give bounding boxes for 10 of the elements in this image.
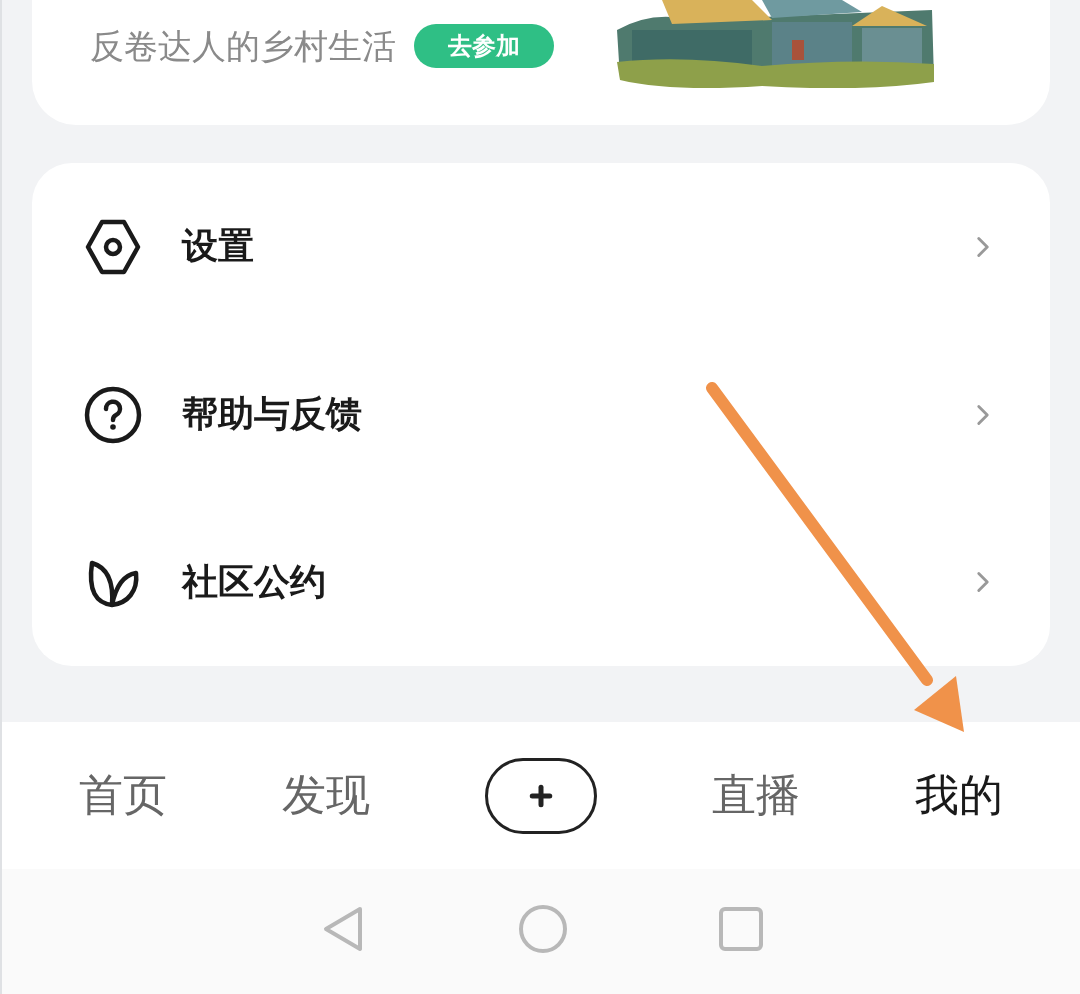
tab[interactable]: 首页	[79, 766, 168, 825]
tab[interactable]: 直播	[711, 766, 800, 825]
menu-item[interactable]: 设置	[182, 222, 928, 272]
promo-subtitle: 反卷达人的乡村生活	[90, 25, 396, 68]
recents-icon[interactable]	[718, 905, 764, 952]
menu-item[interactable]: 帮助与反馈	[182, 390, 928, 439]
tab[interactable]: 我的	[914, 766, 1003, 825]
menu-item[interactable]: 社区公约	[182, 557, 928, 607]
home-icon[interactable]	[518, 903, 568, 954]
tab[interactable]: 发现	[282, 766, 371, 825]
